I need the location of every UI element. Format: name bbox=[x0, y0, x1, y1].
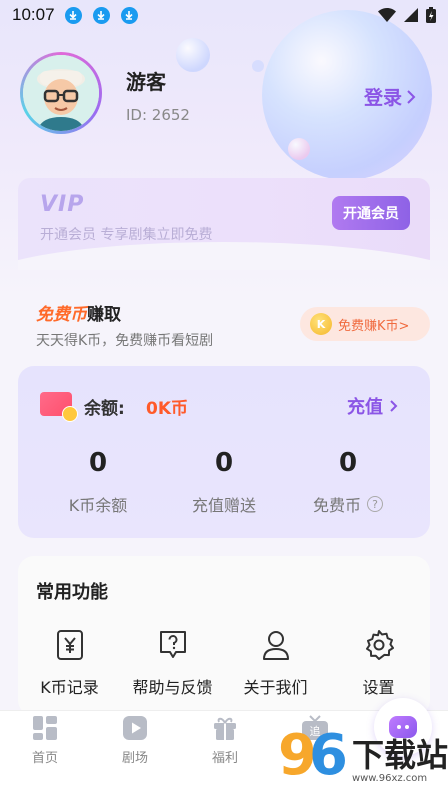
wallet-icon bbox=[40, 392, 78, 422]
function-label: 设置 bbox=[362, 678, 395, 697]
avatar-image bbox=[23, 55, 99, 131]
tab-label: 首页 bbox=[31, 751, 58, 766]
help-icon bbox=[121, 628, 224, 662]
person-icon bbox=[224, 628, 327, 662]
download-icon bbox=[120, 6, 138, 24]
gear-icon bbox=[327, 628, 430, 662]
watermark-text: 下载站 bbox=[351, 735, 448, 774]
balance-value: 0K币 bbox=[146, 399, 189, 419]
decor-bubble bbox=[252, 60, 264, 72]
function-label: 关于我们 bbox=[243, 678, 308, 697]
wifi-icon bbox=[378, 8, 396, 22]
stat-value: 0 bbox=[214, 448, 234, 478]
watermark-logo: 9 6 下载站 www.96xz.com bbox=[278, 723, 448, 788]
user-id: ID: 2652 bbox=[126, 106, 190, 124]
function-label: 帮助与反馈 bbox=[132, 678, 213, 697]
common-functions-title: 常用功能 bbox=[36, 582, 108, 603]
status-bar: 10:07 bbox=[0, 0, 448, 30]
earn-free-coins-button[interactable]: K 免费赚K币> bbox=[300, 307, 430, 341]
tab-label: 剧场 bbox=[121, 751, 148, 766]
stat-k-coin-balance[interactable]: 0 K币余额 bbox=[38, 448, 158, 516]
k-coin-icon: K bbox=[310, 313, 332, 335]
free-coins-subtitle: 天天得K币，免费赚币看短剧 bbox=[36, 333, 214, 349]
recharge-button[interactable]: 充值 bbox=[347, 393, 398, 419]
balance-card: 余额: 0K币 充值 0 K币余额 0 充值赠送 0 免费币? bbox=[18, 366, 430, 538]
avatar[interactable] bbox=[20, 52, 102, 134]
vip-card[interactable]: VIP 开通会员 专享剧集立即免费 开通会员 bbox=[18, 178, 430, 270]
chevron-right-icon bbox=[407, 89, 416, 104]
watermark-url: www.96xz.com bbox=[351, 773, 428, 784]
play-icon bbox=[123, 716, 147, 740]
open-vip-button[interactable]: 开通会员 bbox=[332, 196, 410, 230]
watermark-digit-6: 6 bbox=[308, 723, 348, 788]
download-icon bbox=[92, 6, 110, 24]
tab-welfare[interactable]: 福利 bbox=[180, 715, 270, 766]
function-k-coin-record[interactable]: K币记录 bbox=[18, 628, 121, 698]
function-help-feedback[interactable]: 帮助与反馈 bbox=[121, 628, 224, 698]
login-button[interactable]: 登录 bbox=[364, 83, 416, 110]
free-coins-title: 免费币赚取 bbox=[36, 300, 121, 325]
gift-icon bbox=[214, 717, 236, 740]
chevron-right-icon bbox=[390, 400, 398, 412]
stat-label: 免费币 bbox=[312, 496, 361, 515]
common-functions-card: 常用功能 K币记录 帮助与反馈 关于我们 设置 bbox=[18, 556, 430, 716]
stat-free-coins[interactable]: 0 免费币? bbox=[288, 448, 408, 516]
tab-home[interactable]: 首页 bbox=[0, 715, 90, 766]
free-coins-title-highlight: 免费币 bbox=[36, 305, 87, 325]
vip-description: 开通会员 专享剧集立即免费 bbox=[40, 227, 213, 243]
function-settings[interactable]: 设置 bbox=[327, 628, 430, 698]
battery-icon bbox=[426, 7, 436, 23]
home-grid-icon bbox=[33, 716, 57, 740]
stat-value: 0 bbox=[88, 448, 108, 478]
yen-record-icon bbox=[18, 628, 121, 662]
decor-bubble bbox=[176, 38, 210, 72]
stat-value: 0 bbox=[338, 448, 358, 478]
download-icon bbox=[64, 6, 82, 24]
signal-icon bbox=[404, 8, 418, 22]
recharge-label: 充值 bbox=[347, 397, 383, 418]
stat-label: K币余额 bbox=[68, 496, 128, 515]
help-icon[interactable]: ? bbox=[367, 496, 383, 512]
function-about-us[interactable]: 关于我们 bbox=[224, 628, 327, 698]
login-label: 登录 bbox=[364, 87, 403, 109]
vip-logo: VIP bbox=[40, 192, 85, 217]
balance-label: 余额: bbox=[84, 399, 125, 419]
decor-bubble bbox=[288, 138, 310, 160]
free-coins-title-rest: 赚取 bbox=[87, 305, 121, 325]
tab-label: 福利 bbox=[211, 751, 238, 766]
tab-theater[interactable]: 剧场 bbox=[90, 715, 180, 766]
stat-recharge-bonus[interactable]: 0 充值赠送 bbox=[164, 448, 284, 516]
function-label: K币记录 bbox=[40, 678, 99, 697]
earn-free-coins-label: 免费赚K币> bbox=[338, 318, 410, 334]
username: 游客 bbox=[126, 70, 166, 94]
status-time: 10:07 bbox=[12, 5, 55, 24]
stat-label: 充值赠送 bbox=[191, 496, 256, 515]
